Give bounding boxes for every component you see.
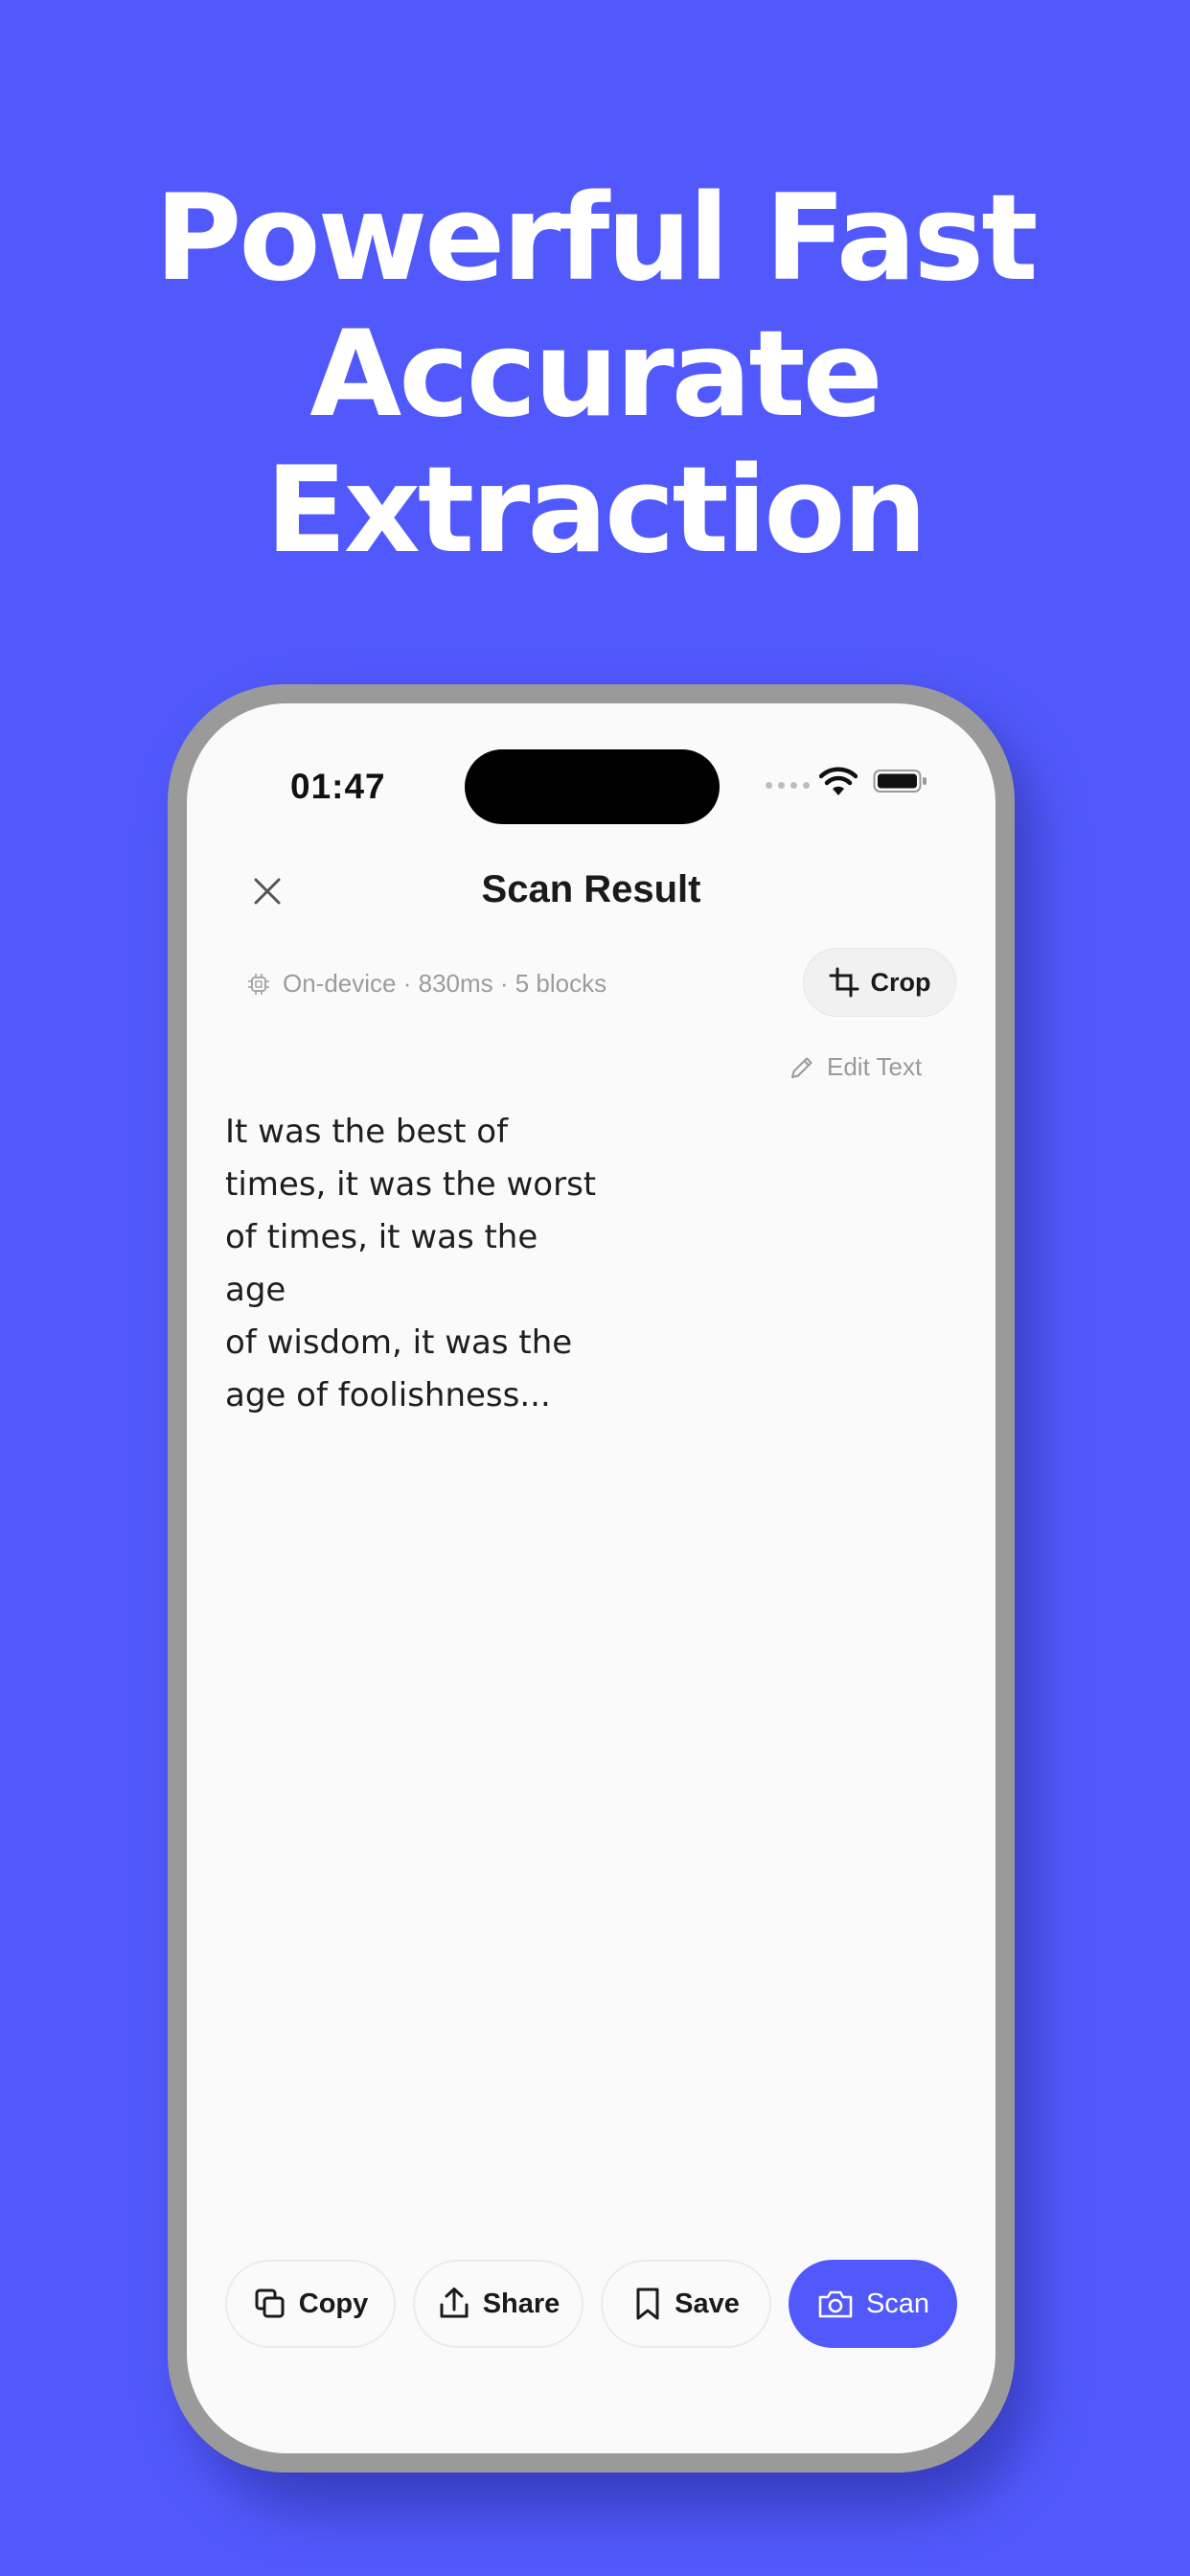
headline-line-1: Powerful Fast [154, 170, 1039, 308]
phone-frame: 01:47 Scan Result On-device · 830ms · 5 … [168, 684, 1015, 2472]
extracted-text: It was the best of times, it was the wor… [225, 1106, 608, 1422]
text-line: of wisdom, it was the [225, 1323, 573, 1362]
edit-text-label: Edit Text [827, 1052, 923, 1081]
bookmark-icon [636, 2288, 659, 2320]
copy-label: Copy [298, 2288, 369, 2319]
scan-button[interactable]: Scan [789, 2260, 957, 2348]
signal-icon [766, 782, 810, 789]
text-line: times, it was the worst [225, 1165, 597, 1204]
crop-label: Crop [870, 967, 931, 997]
headline: Powerful Fast Accurate Extraction [0, 171, 1190, 579]
scan-label: Scan [865, 2288, 930, 2319]
headline-line-2: Accurate [309, 306, 882, 444]
text-line: of times, it was the age [225, 1218, 538, 1309]
status-time: 01:47 [290, 767, 386, 806]
pencil-icon [791, 1057, 812, 1078]
headline-line-3: Extraction [265, 442, 927, 580]
action-bar: Copy Share Save Scan [225, 2260, 957, 2348]
save-button[interactable]: Save [601, 2260, 771, 2348]
battery-icon [873, 770, 927, 793]
dynamic-island [465, 749, 720, 824]
text-line: It was the best of [225, 1113, 509, 1151]
save-label: Save [675, 2288, 740, 2319]
phone-screen: 01:47 Scan Result On-device · 830ms · 5 … [187, 703, 995, 2453]
crop-button[interactable]: Crop [803, 948, 956, 1017]
scan-meta-text: On-device · 830ms · 5 blocks [283, 969, 607, 998]
share-label: Share [482, 2288, 561, 2319]
share-icon [440, 2288, 469, 2318]
share-button[interactable]: Share [413, 2260, 584, 2348]
crop-icon [829, 967, 858, 998]
edit-text-button[interactable]: Edit Text [789, 1052, 922, 1082]
text-line: age of foolishness... [225, 1376, 551, 1414]
copy-icon [255, 2288, 285, 2318]
copy-button[interactable]: Copy [225, 2260, 396, 2348]
page-title: Scan Result [481, 868, 701, 910]
camera-icon [818, 2290, 853, 2318]
chip-icon [248, 973, 269, 995]
wifi-icon [819, 767, 858, 795]
scan-meta: On-device · 830ms · 5 blocks [246, 969, 606, 999]
